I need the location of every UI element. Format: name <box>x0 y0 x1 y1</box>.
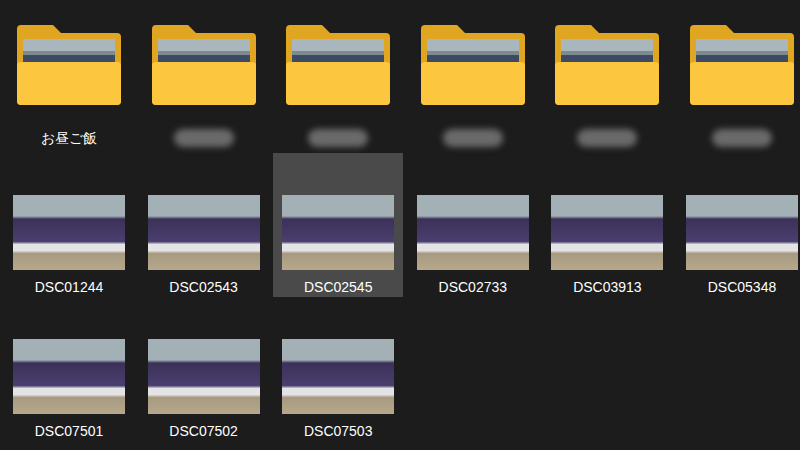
photo-thumbnail <box>282 195 394 270</box>
folder-icon <box>17 25 121 105</box>
photo-item[interactable]: DSC02543 <box>139 153 269 297</box>
redacted-label <box>174 129 234 147</box>
folder-label: お昼ご飯 <box>41 129 97 147</box>
photo-thumbnail <box>148 195 260 270</box>
file-label: DSC02545 <box>304 278 373 296</box>
photo-item[interactable]: DSC05348 <box>677 153 800 297</box>
folder-item[interactable] <box>542 9 672 153</box>
folder-icon <box>421 25 525 105</box>
redacted-label <box>712 129 772 147</box>
file-label: DSC07502 <box>169 422 238 440</box>
photo-item[interactable]: DSC02733 <box>408 153 538 297</box>
folder-icon <box>152 25 256 105</box>
photo-thumbnail <box>551 195 663 270</box>
redacted-label <box>577 129 637 147</box>
photo-item[interactable]: DSC07502 <box>139 297 269 441</box>
file-explorer: お昼ご飯 DSC01244 DSC02543 DSC02545 DSC02733 DSC0… <box>0 0 800 450</box>
photo-thumbnail <box>282 339 394 414</box>
photo-thumbnail <box>686 195 798 270</box>
folder-icon <box>286 25 390 105</box>
photo-item[interactable]: DSC02545 <box>273 153 403 297</box>
photo-thumbnail <box>13 339 125 414</box>
redacted-label <box>443 129 503 147</box>
folder-item[interactable] <box>677 9 800 153</box>
folder-item[interactable] <box>408 9 538 153</box>
file-label: DSC05348 <box>708 278 777 296</box>
folder-icon <box>690 25 794 105</box>
file-label: DSC02543 <box>169 278 238 296</box>
file-label: DSC07501 <box>35 422 104 440</box>
folder-item[interactable] <box>139 9 269 153</box>
photo-thumbnail <box>417 195 529 270</box>
file-label: DSC03913 <box>573 278 642 296</box>
file-label: DSC02733 <box>439 278 508 296</box>
item-grid: お昼ご飯 DSC01244 DSC02543 DSC02545 DSC02733 DSC0… <box>0 0 800 441</box>
photo-item[interactable]: DSC03913 <box>542 153 672 297</box>
folder-item[interactable] <box>273 9 403 153</box>
photo-thumbnail <box>148 339 260 414</box>
folder-icon <box>555 25 659 105</box>
photo-item[interactable]: DSC01244 <box>4 153 134 297</box>
file-label: DSC07503 <box>304 422 373 440</box>
file-label: DSC01244 <box>35 278 104 296</box>
photo-item[interactable]: DSC07503 <box>273 297 403 441</box>
photo-item[interactable]: DSC07501 <box>4 297 134 441</box>
folder-item[interactable]: お昼ご飯 <box>4 9 134 153</box>
photo-thumbnail <box>13 195 125 270</box>
redacted-label <box>308 129 368 147</box>
